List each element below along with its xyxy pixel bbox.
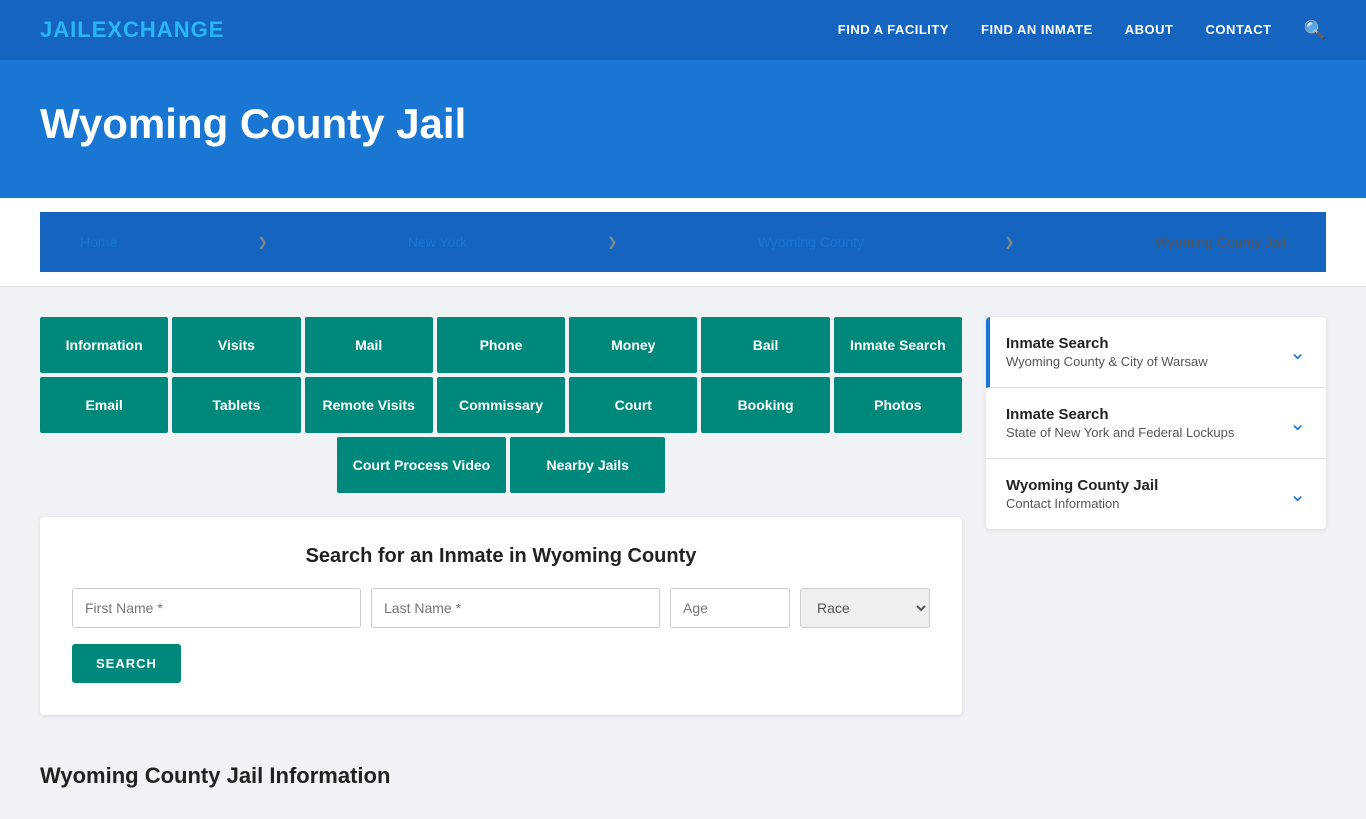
sidebar-item-text-0: Inmate Search Wyoming County & City of W… — [1006, 335, 1208, 369]
hero-section: Wyoming County Jail — [0, 60, 1366, 198]
sidebar-item-title-1: Inmate Search — [1006, 406, 1234, 423]
btn-inmate-search[interactable]: Inmate Search — [834, 317, 962, 373]
btn-information[interactable]: Information — [40, 317, 168, 373]
btn-tablets[interactable]: Tablets — [172, 377, 300, 433]
navbar: JAILEXCHANGE FIND A FACILITY FIND AN INM… — [0, 0, 1366, 60]
nav-links: FIND A FACILITY FIND AN INMATE ABOUT CON… — [838, 20, 1326, 41]
main-wrapper: Information Visits Mail Phone Money Bail… — [0, 287, 1366, 819]
chevron-down-icon-0: ⌄ — [1289, 340, 1306, 365]
left-column: Information Visits Mail Phone Money Bail… — [40, 317, 962, 789]
btn-nearby-jails[interactable]: Nearby Jails — [510, 437, 665, 493]
btn-court-process-video[interactable]: Court Process Video — [337, 437, 506, 493]
btn-photos[interactable]: Photos — [834, 377, 962, 433]
btn-court[interactable]: Court — [569, 377, 697, 433]
sidebar-card: Inmate Search Wyoming County & City of W… — [986, 317, 1326, 529]
btn-phone[interactable]: Phone — [437, 317, 565, 373]
search-heading: Search for an Inmate in Wyoming County — [72, 545, 930, 568]
button-grid-row1: Information Visits Mail Phone Money Bail… — [40, 317, 962, 373]
breadcrumb-wyoming-county[interactable]: Wyoming County — [758, 234, 864, 250]
first-name-input[interactable] — [72, 588, 361, 628]
btn-bail[interactable]: Bail — [701, 317, 829, 373]
nav-find-inmate[interactable]: FIND AN INMATE — [981, 22, 1093, 37]
search-fields: Race White Black Hispanic Asian Other — [72, 588, 930, 628]
sidebar-item-0[interactable]: Inmate Search Wyoming County & City of W… — [986, 317, 1326, 388]
btn-remote-visits[interactable]: Remote Visits — [305, 377, 433, 433]
breadcrumb-home[interactable]: Home — [80, 234, 117, 250]
breadcrumb-new-york[interactable]: New York — [408, 234, 467, 250]
sidebar-item-title-2: Wyoming County Jail — [1006, 477, 1158, 494]
sidebar-item-subtitle-1: State of New York and Federal Lockups — [1006, 425, 1234, 440]
sidebar-item-1[interactable]: Inmate Search State of New York and Fede… — [986, 388, 1326, 459]
button-grid-row2: Email Tablets Remote Visits Commissary C… — [40, 377, 962, 433]
nav-about[interactable]: ABOUT — [1125, 22, 1174, 37]
breadcrumb-sep-1: ❯ — [258, 235, 268, 249]
btn-mail[interactable]: Mail — [305, 317, 433, 373]
search-card: Search for an Inmate in Wyoming County R… — [40, 517, 962, 715]
btn-money[interactable]: Money — [569, 317, 697, 373]
breadcrumb-current: Wyoming County Jail — [1155, 234, 1286, 250]
sidebar-item-subtitle-0: Wyoming County & City of Warsaw — [1006, 354, 1208, 369]
btn-booking[interactable]: Booking — [701, 377, 829, 433]
chevron-down-icon-1: ⌄ — [1289, 411, 1306, 436]
race-select[interactable]: Race White Black Hispanic Asian Other — [800, 588, 930, 628]
last-name-input[interactable] — [371, 588, 660, 628]
sidebar-item-2[interactable]: Wyoming County Jail Contact Information … — [986, 459, 1326, 529]
btn-email[interactable]: Email — [40, 377, 168, 433]
logo-jail: JAIL — [40, 17, 92, 42]
sidebar-item-title-0: Inmate Search — [1006, 335, 1208, 352]
age-input[interactable] — [670, 588, 790, 628]
button-grid-row3: Court Process Video Nearby Jails — [40, 437, 962, 493]
btn-visits[interactable]: Visits — [172, 317, 300, 373]
nav-contact[interactable]: CONTACT — [1205, 22, 1271, 37]
right-sidebar: Inmate Search Wyoming County & City of W… — [986, 317, 1326, 789]
breadcrumb: Home ❯ New York ❯ Wyoming County ❯ Wyomi… — [40, 212, 1326, 272]
sidebar-item-text-2: Wyoming County Jail Contact Information — [1006, 477, 1158, 511]
search-icon[interactable]: 🔍 — [1304, 20, 1326, 40]
sidebar-item-subtitle-2: Contact Information — [1006, 496, 1158, 511]
breadcrumb-sep-3: ❯ — [1004, 235, 1014, 249]
breadcrumb-bar: Home ❯ New York ❯ Wyoming County ❯ Wyomi… — [0, 198, 1366, 287]
search-button[interactable]: SEARCH — [72, 644, 181, 683]
page-title: Wyoming County Jail — [40, 100, 1326, 148]
site-logo[interactable]: JAILEXCHANGE — [40, 17, 224, 43]
btn-commissary[interactable]: Commissary — [437, 377, 565, 433]
nav-find-facility[interactable]: FIND A FACILITY — [838, 22, 949, 37]
sidebar-item-text-1: Inmate Search State of New York and Fede… — [1006, 406, 1234, 440]
info-section-heading: Wyoming County Jail Information — [40, 743, 962, 789]
chevron-down-icon-2: ⌄ — [1289, 482, 1306, 507]
logo-exchange: EXCHANGE — [92, 17, 225, 42]
breadcrumb-sep-2: ❯ — [607, 235, 617, 249]
